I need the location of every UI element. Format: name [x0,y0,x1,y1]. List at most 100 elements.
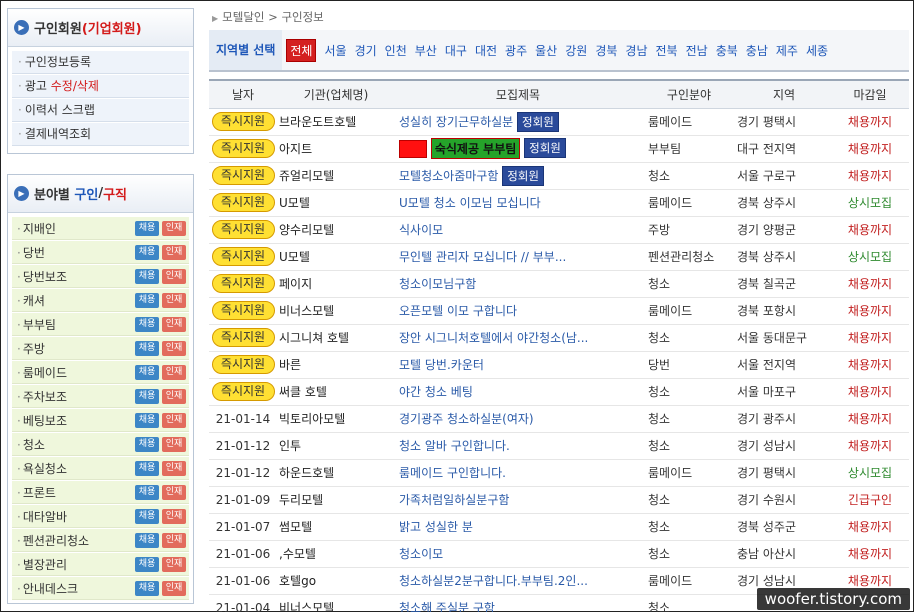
immediate-apply-badge[interactable]: 즉시지원 [211,220,275,239]
region-link[interactable]: 충남 [746,42,768,59]
cell-company[interactable]: 써클 호텔 [277,378,395,406]
table-row[interactable]: 즉시지원 쥬얼리모텔 모텔청소아줌마구함 정회원 청소 서울 구로구 채용까지 [209,162,909,190]
cell-company[interactable]: 쥬얼리모텔 [277,162,395,190]
talent-tag-button[interactable]: 인재 [162,292,186,308]
immediate-apply-badge[interactable]: 즉시지원 [211,193,275,212]
immediate-apply-badge[interactable]: 즉시지원 [211,355,275,374]
cell-company[interactable]: 시그니쳐 호텔 [277,324,395,352]
cell-title[interactable]: 경기광주 청소하실분(여자) [395,405,641,433]
cell-company[interactable]: 썸모텔 [277,513,395,541]
cell-title[interactable]: 오픈모텔 이모 구합니다 [395,297,641,325]
table-row[interactable]: 즉시지원 바른 모텔 당번.카운터 당번 서울 전지역 채용까지 [209,351,909,379]
job-title-link[interactable]: 룸메이드 구인합니다. [399,466,506,480]
immediate-apply-badge[interactable]: 즉시지원 [211,328,275,347]
table-row[interactable]: 즉시지원 써클 호텔 야간 청소 베팅 청소 서울 마포구 채용까지 [209,378,909,406]
immediate-apply-badge[interactable]: 즉시지원 [211,301,275,320]
cell-company[interactable]: 비너스모텔 [277,594,395,612]
cell-title[interactable]: 식사이모 [395,216,641,244]
cell-title[interactable]: 성실히 장기근무하실분 정회원 [395,108,641,136]
talent-tag-button[interactable]: 인재 [162,508,186,524]
member-menu-item-register[interactable]: · 구인정보등록 [12,51,189,74]
job-title-link[interactable]: 경기광주 청소하실분(여자) [399,412,534,426]
talent-tag-button[interactable]: 인재 [162,484,186,500]
hire-tag-button[interactable]: 채용 [135,532,159,548]
cell-company[interactable]: 하운드호텔 [277,459,395,487]
category-item[interactable]: · 베팅보조 채용 인재 [12,409,189,432]
job-title-link[interactable]: U모텔 청소 이모님 모십니다 [399,196,541,210]
talent-tag-button[interactable]: 인재 [162,340,186,356]
category-item-label[interactable]: · 당번보조 [17,268,135,285]
category-item[interactable]: · 룸메이드 채용 인재 [12,361,189,384]
talent-tag-button[interactable]: 인재 [162,556,186,572]
job-title-link[interactable]: 청소해 주실분 구함 [399,601,495,612]
table-row[interactable]: 21-01-12 하운드호텔 룸메이드 구인합니다. 룸메이드 경기 평택시 상시모집 [209,459,909,487]
talent-tag-button[interactable]: 인재 [162,412,186,428]
hire-tag-button[interactable]: 채용 [135,460,159,476]
table-row[interactable]: 21-01-12 인투 청소 알바 구인합니다. 청소 경기 성남시 채용까지 [209,432,909,460]
category-item[interactable]: · 청소 채용 인재 [12,433,189,456]
region-link[interactable]: 세종 [806,42,828,59]
table-row[interactable]: 즉시지원 U모텔 무인텔 관리자 모십니다 // 부부... 펜션관리청소 경북 상주… [209,243,909,271]
job-title-link[interactable]: 모텔 당번.카운터 [399,358,484,372]
cell-title[interactable]: 모텔 당번.카운터 [395,351,641,379]
category-item-label[interactable]: · 프론트 [17,484,135,501]
immediate-apply-badge[interactable]: 즉시지원 [211,112,275,131]
category-item[interactable]: · 지배인 채용 인재 [12,217,189,240]
table-row[interactable]: 즉시지원 아지트 숙식제공 부부팀 정회원 부부팀 대구 전지역 채용까지 [209,135,909,163]
hire-tag-button[interactable]: 채용 [135,340,159,356]
region-link[interactable]: 대구 [445,42,467,59]
category-item-label[interactable]: · 캐셔 [17,292,135,309]
category-item[interactable]: · 욕실청소 채용 인재 [12,457,189,480]
category-item[interactable]: · 대타알바 채용 인재 [12,505,189,528]
category-item-label[interactable]: · 부부팀 [17,316,135,333]
member-menu-item-payments[interactable]: · 결제내역조회 [12,123,189,146]
category-item-label[interactable]: · 안내데스크 [17,580,135,597]
hire-tag-button[interactable]: 채용 [135,292,159,308]
category-item-label[interactable]: · 청소 [17,436,135,453]
region-link[interactable]: 인천 [385,42,407,59]
category-item[interactable]: · 별장관리 채용 인재 [12,553,189,576]
job-title-link[interactable]: 야간 청소 베팅 [399,385,473,399]
category-item-label[interactable]: · 주방 [17,340,135,357]
category-item-label[interactable]: · 베팅보조 [17,412,135,429]
cell-title[interactable]: 청소해 주실분 구함 [395,594,641,612]
category-item-label[interactable]: · 펜션관리청소 [17,532,135,549]
talent-tag-button[interactable]: 인재 [162,364,186,380]
cell-title[interactable]: 가족처럼일하실분구함 [395,486,641,514]
cell-company[interactable]: 비너스모텔 [277,297,395,325]
category-item-label[interactable]: · 별장관리 [17,556,135,573]
category-item[interactable]: · 부부팀 채용 인재 [12,313,189,336]
job-title-link[interactable]: 청소 알바 구인합니다. [399,439,510,453]
region-link[interactable]: 서울 [324,42,346,59]
job-title-link[interactable]: 가족처럼일하실분구함 [399,493,509,507]
cell-title[interactable]: 장안 시그니처호텔에서 야간청소(남... [395,324,641,352]
hire-tag-button[interactable]: 채용 [135,436,159,452]
category-item-label[interactable]: · 욕실청소 [17,460,135,477]
cell-title[interactable]: 숙식제공 부부팀 정회원 [395,135,641,163]
job-title-link[interactable]: 밝고 성실한 분 [399,520,473,534]
immediate-apply-badge[interactable]: 즉시지원 [211,382,275,401]
category-item-label[interactable]: · 대타알바 [17,508,135,525]
category-item[interactable]: · 당번보조 채용 인재 [12,265,189,288]
immediate-apply-badge[interactable]: 즉시지원 [211,139,275,158]
immediate-apply-badge[interactable]: 즉시지원 [211,166,275,185]
table-row[interactable]: 즉시지원 브라운도트호텔 성실히 장기근무하실분 정회원 룸메이드 경기 평택시 채용까지 [209,108,909,136]
category-item-label[interactable]: · 룸메이드 [17,364,135,381]
hire-tag-button[interactable]: 채용 [135,508,159,524]
cell-title[interactable]: 무인텔 관리자 모십니다 // 부부... [395,243,641,271]
job-title-link[interactable]: 장안 시그니처호텔에서 야간청소(남... [399,331,588,345]
immediate-apply-badge[interactable]: 즉시지원 [211,247,275,266]
cell-title[interactable]: 야간 청소 베팅 [395,378,641,406]
hire-tag-button[interactable]: 채용 [135,412,159,428]
cell-title[interactable]: 룸메이드 구인합니다. [395,459,641,487]
job-title-link[interactable]: 오픈모텔 이모 구합니다 [399,304,517,318]
talent-tag-button[interactable]: 인재 [162,580,186,596]
region-link[interactable]: 대전 [475,42,497,59]
cell-company[interactable]: 브라운도트호텔 [277,108,395,136]
category-item[interactable]: · 주방 채용 인재 [12,337,189,360]
cell-company[interactable]: 바른 [277,351,395,379]
region-link[interactable]: 전체 [286,38,317,62]
member-menu-item-edit[interactable]: · 광고 수정/삭제 [12,75,189,98]
immediate-apply-badge[interactable]: 즉시지원 [211,274,275,293]
cell-company[interactable]: ,수모텔 [277,540,395,568]
